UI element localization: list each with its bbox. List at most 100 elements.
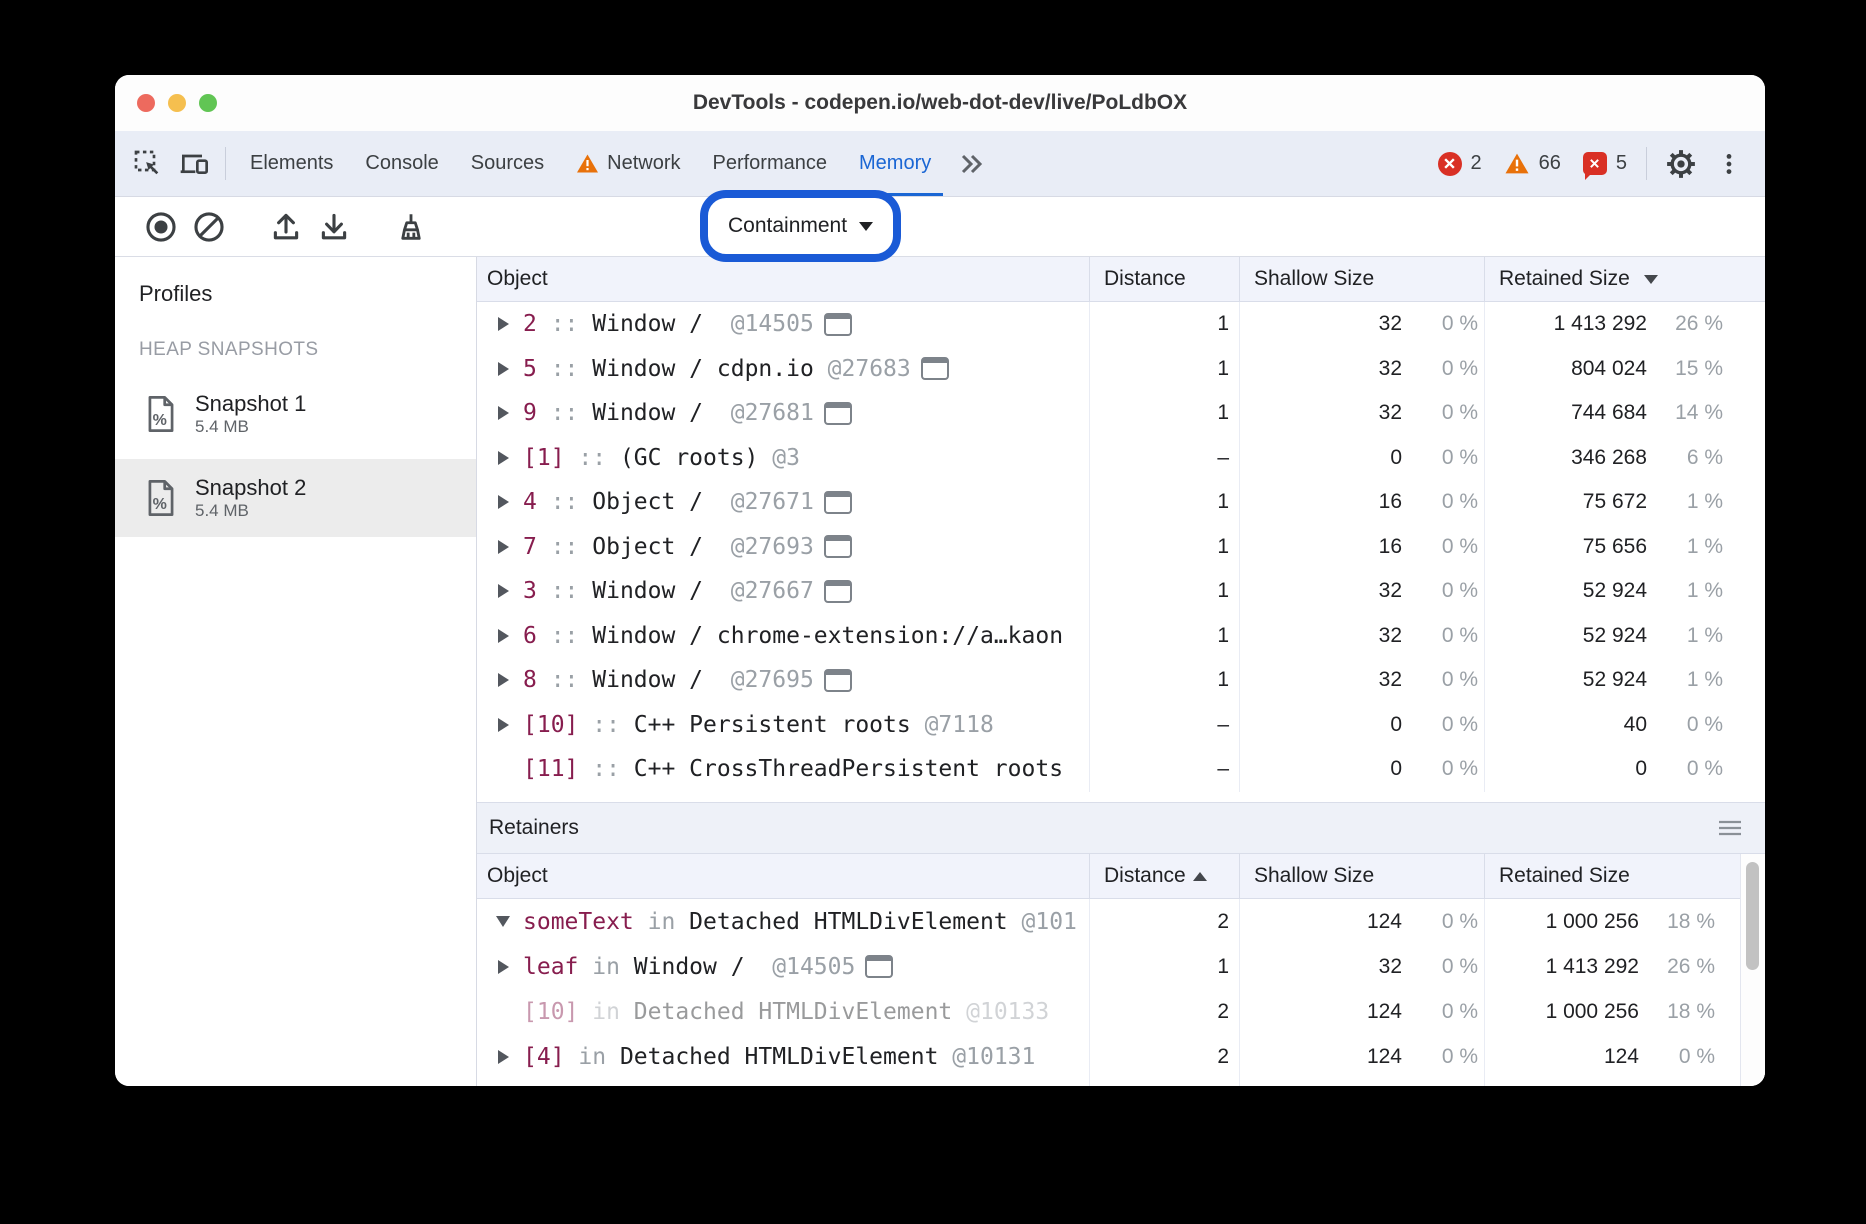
- retainer-row[interactable]: [4] in Detached HTMLDivElement @10131 2 …: [477, 1034, 1765, 1079]
- open-in-window-icon[interactable]: [921, 357, 949, 380]
- expand-arrow-icon[interactable]: [491, 960, 515, 974]
- devtools-panel-tab[interactable]: Sources: [455, 131, 560, 196]
- object-name: 6: [523, 623, 537, 649]
- close-window-button[interactable]: [137, 94, 155, 112]
- open-in-window-icon[interactable]: [824, 491, 852, 514]
- heap-object-row[interactable]: [1] :: (GC roots) @3 – 00 % 346 2686 %: [477, 436, 1765, 481]
- heap-object-row[interactable]: [10] :: C++ Persistent roots @7118 – 00 …: [477, 703, 1765, 748]
- heap-object-row[interactable]: 3 :: Window / @27667 1 320 % 52 9241 %: [477, 569, 1765, 614]
- object-id: @7118: [925, 712, 994, 738]
- devtools-panel-tab[interactable]: Memory: [843, 131, 947, 196]
- open-in-window-icon[interactable]: [824, 669, 852, 692]
- open-in-window-icon[interactable]: [824, 402, 852, 425]
- column-header-retained-size[interactable]: Retained Size: [1484, 854, 1765, 898]
- open-in-window-icon[interactable]: [865, 955, 893, 978]
- distance-cell: –: [1089, 703, 1239, 748]
- open-in-window-icon[interactable]: [824, 580, 852, 603]
- devtools-panel-tab[interactable]: Performance: [697, 131, 844, 196]
- devtools-panel-tab[interactable]: Network: [560, 131, 696, 196]
- collect-garbage-button[interactable]: [387, 203, 435, 251]
- retainer-row[interactable]: [1] in Detached HTMLDivElement @1013: [477, 1079, 1765, 1086]
- heap-object-row[interactable]: 7 :: Object / @27693 1 160 % 75 6561 %: [477, 525, 1765, 570]
- object-id: @27695: [731, 667, 814, 693]
- heap-object-row[interactable]: 9 :: Window / @27681 1 320 % 744 68414 %: [477, 391, 1765, 436]
- object-id: @27683: [828, 356, 911, 382]
- column-header-object[interactable]: Object: [477, 257, 1089, 301]
- retainer-separator: in: [565, 1044, 620, 1070]
- expand-arrow-icon[interactable]: [491, 673, 515, 687]
- expand-arrow-icon[interactable]: [491, 584, 515, 598]
- expand-arrow-icon[interactable]: [491, 916, 515, 927]
- heap-object-row[interactable]: 6 :: Window / chrome-extension://a…kaon …: [477, 614, 1765, 659]
- expand-arrow-icon[interactable]: [491, 540, 515, 554]
- object-separator: ::: [537, 534, 592, 560]
- kebab-menu-button[interactable]: [1707, 131, 1751, 196]
- issues-badge[interactable]: 5: [1572, 131, 1638, 196]
- column-header-shallow-size[interactable]: Shallow Size: [1239, 854, 1484, 898]
- inspect-element-icon: [132, 148, 164, 180]
- sort-descending-icon: [1644, 275, 1658, 284]
- devtools-panel-tab[interactable]: Console: [349, 131, 454, 196]
- zoom-window-button[interactable]: [199, 94, 217, 112]
- expand-arrow-icon[interactable]: [491, 718, 515, 732]
- heap-object-row[interactable]: [11] :: C++ CrossThreadPersistent roots …: [477, 747, 1765, 792]
- console-errors-badge[interactable]: 2: [1427, 131, 1493, 196]
- expand-arrow-icon[interactable]: [491, 317, 515, 331]
- snapshot-item[interactable]: % Snapshot 1 5.4 MB: [115, 375, 476, 453]
- retained-size-cell: 1240 %: [1484, 1034, 1765, 1079]
- retainer-row[interactable]: [10] in Detached HTMLDivElement @10133 2…: [477, 989, 1765, 1034]
- column-header-object[interactable]: Object: [477, 854, 1089, 898]
- open-in-window-icon[interactable]: [824, 535, 852, 558]
- minimize-window-button[interactable]: [168, 94, 186, 112]
- expand-arrow-icon[interactable]: [491, 495, 515, 509]
- load-profile-button[interactable]: [262, 203, 310, 251]
- expand-arrow-icon[interactable]: [491, 629, 515, 643]
- heap-snapshot-icon: %: [145, 395, 177, 433]
- object-label: Window /: [592, 311, 730, 337]
- snapshot-item[interactable]: % Snapshot 2 5.4 MB: [115, 459, 476, 537]
- object-id: @27693: [731, 534, 814, 560]
- expand-arrow-icon[interactable]: [491, 1050, 515, 1064]
- retained-size-cell: 744 68414 %: [1484, 391, 1765, 436]
- scrollbar-thumb[interactable]: [1746, 862, 1759, 970]
- object-name: 4: [523, 489, 537, 515]
- heap-object-row[interactable]: 2 :: Window / @14505 1 320 % 1 413 29226…: [477, 302, 1765, 347]
- retainer-row[interactable]: someText in Detached HTMLDivElement @101…: [477, 899, 1765, 944]
- settings-button[interactable]: [1655, 131, 1707, 196]
- record-heap-snapshot-button[interactable]: [137, 203, 185, 251]
- column-header-shallow-size[interactable]: Shallow Size: [1239, 257, 1484, 301]
- object-separator: ::: [537, 356, 592, 382]
- column-header-distance[interactable]: Distance: [1089, 854, 1239, 898]
- retainers-menu-button[interactable]: [1715, 819, 1745, 837]
- console-warnings-badge[interactable]: 66: [1493, 131, 1572, 196]
- save-profile-button[interactable]: [310, 203, 358, 251]
- column-header-retained-size[interactable]: Retained Size: [1484, 257, 1765, 301]
- expand-arrow-icon[interactable]: [491, 406, 515, 420]
- object-label: Window / cdpn.io: [592, 356, 827, 382]
- column-header-distance[interactable]: Distance: [1089, 257, 1239, 301]
- clear-profiles-button[interactable]: [185, 203, 233, 251]
- perspective-value: Containment: [728, 214, 847, 238]
- distance-cell: 1: [1089, 658, 1239, 703]
- retainer-row[interactable]: leaf in Window / @14505 1 320 % 1 413 29…: [477, 944, 1765, 989]
- object-separator: ::: [537, 578, 592, 604]
- object-label: C++ CrossThreadPersistent roots: [634, 756, 1063, 782]
- expand-arrow-icon[interactable]: [491, 451, 515, 465]
- heap-object-row[interactable]: 5 :: Window / cdpn.io @27683 1 320 % 804…: [477, 347, 1765, 392]
- distance-cell: 1: [1089, 302, 1239, 347]
- devtools-panel-tab[interactable]: Elements: [234, 131, 349, 196]
- retainer-label: Detached HTMLDivElement: [634, 999, 966, 1025]
- retained-size-cell: 52 9241 %: [1484, 614, 1765, 659]
- open-in-window-icon[interactable]: [824, 313, 852, 336]
- heap-object-row[interactable]: 4 :: Object / @27671 1 160 % 75 6721 %: [477, 480, 1765, 525]
- perspective-select[interactable]: Containment: [728, 214, 873, 238]
- inspect-element-button[interactable]: [125, 131, 171, 196]
- more-tabs-button[interactable]: [947, 131, 993, 196]
- shallow-size-cell: 1240 %: [1239, 989, 1484, 1034]
- expand-arrow-icon[interactable]: [491, 362, 515, 376]
- heap-object-row[interactable]: 8 :: Window / @27695 1 320 % 52 9241 %: [477, 658, 1765, 703]
- retainers-scrollbar[interactable]: [1740, 854, 1765, 1086]
- distance-cell: 1: [1089, 347, 1239, 392]
- toggle-device-toolbar-button[interactable]: [171, 131, 217, 196]
- retainer-name: [10]: [523, 999, 578, 1025]
